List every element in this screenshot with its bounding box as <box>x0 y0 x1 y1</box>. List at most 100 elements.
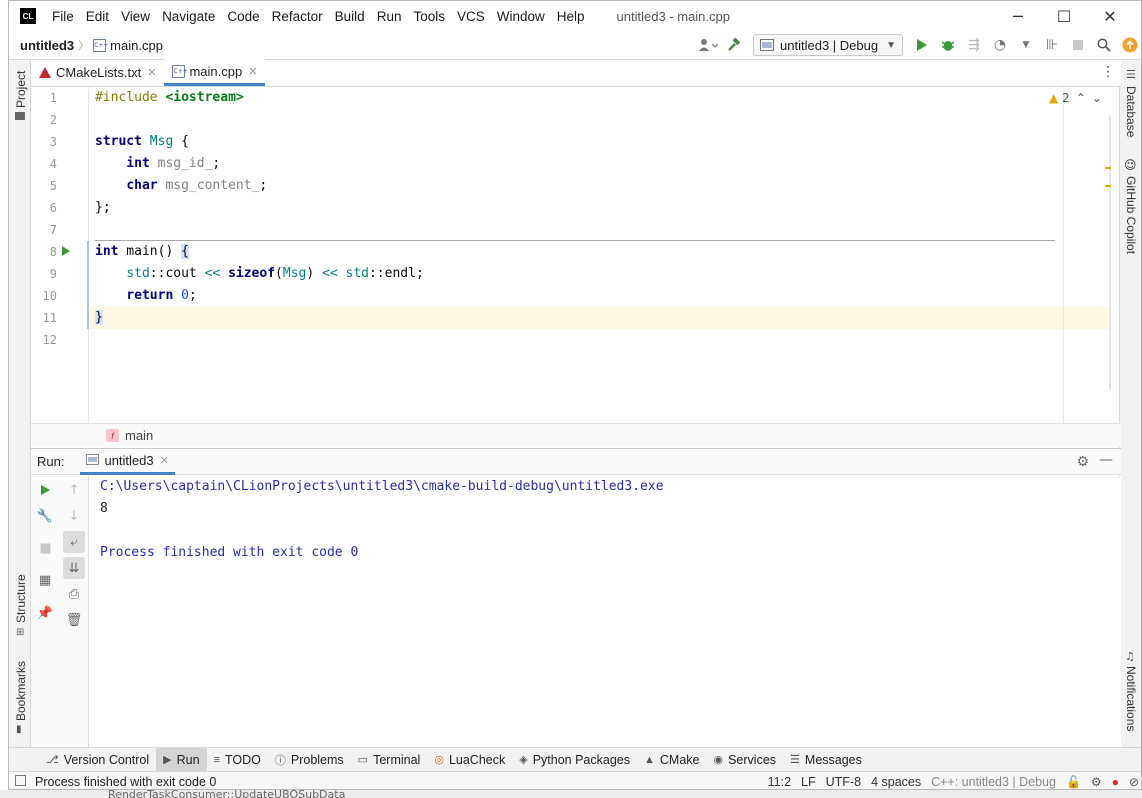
close-tab-icon[interactable]: ✕ <box>147 66 156 79</box>
layout-icon[interactable]: ▦ <box>34 569 56 591</box>
inspection-off-icon[interactable]: ⊘ <box>1129 775 1139 789</box>
caret-position[interactable]: 11:2 <box>768 775 791 789</box>
chevron-up-icon[interactable]: ⌃ <box>1076 91 1086 105</box>
title-bar: CL File Edit View Navigate Code Refactor… <box>9 1 1141 31</box>
status-message[interactable]: Process finished with exit code 0 <box>35 775 216 789</box>
line-number: 8 <box>49 245 57 259</box>
coverage-icon[interactable]: ⇶ <box>961 32 987 58</box>
notifications-tool-button[interactable]: Notifications <box>1124 666 1138 731</box>
trash-icon[interactable]: 🗑 <box>63 609 85 631</box>
breadcrumb-function[interactable]: main <box>125 428 153 443</box>
close-button[interactable]: ✕ <box>1087 1 1133 31</box>
menu-help[interactable]: Help <box>551 9 591 24</box>
menu-tools[interactable]: Tools <box>407 9 451 24</box>
tool-luacheck[interactable]: ◎ LuaCheck <box>427 748 512 772</box>
lock-icon[interactable]: 🔓 <box>1066 775 1081 789</box>
tool-messages[interactable]: ☰ Messages <box>783 748 869 772</box>
line-number: 5 <box>49 179 57 193</box>
project-tool-button[interactable]: Project <box>14 71 28 108</box>
stop-icon[interactable] <box>1065 32 1091 58</box>
console-output[interactable]: C:\Users\captain\CLionProjects\untitled3… <box>89 476 1121 747</box>
menu-refactor[interactable]: Refactor <box>266 9 329 24</box>
tab-cmakelists[interactable]: CMakeLists.txt ✕ <box>31 59 164 86</box>
tool-problems[interactable]: ⓘ Problems <box>268 748 351 772</box>
stop-icon[interactable] <box>34 537 56 559</box>
chevron-down-icon: ▼ <box>886 39 896 51</box>
scroll-to-end-icon[interactable]: ⇊ <box>63 557 85 579</box>
toggle-tool-windows-icon[interactable] <box>15 775 26 786</box>
arrow-up-icon[interactable]: ↑ <box>63 479 85 501</box>
warning-marker[interactable] <box>1105 167 1111 169</box>
tool-terminal[interactable]: ▭ Terminal <box>351 748 428 772</box>
pin-icon[interactable]: 📌 <box>34 602 56 624</box>
code-editor[interactable]: 1 2 3 4 5 6 7 8 9 10 11 12 #include <ios… <box>31 87 1111 423</box>
chevron-down-icon[interactable]: ⌄ <box>1092 91 1102 105</box>
editor-scrollbar[interactable] <box>1109 115 1111 390</box>
copilot-tool-button[interactable]: GitHub Copilot <box>1124 176 1138 254</box>
build-hammer-icon[interactable] <box>721 32 747 58</box>
debug-bug-icon[interactable] <box>935 32 961 58</box>
inspection-widget[interactable]: ▲ 2 ⌃ ⌄ <box>1049 91 1102 105</box>
menu-file[interactable]: File <box>46 9 80 24</box>
close-tab-icon[interactable]: ✕ <box>160 454 169 467</box>
tab-main-cpp[interactable]: C++ main.cpp ✕ <box>164 59 266 86</box>
tool-services[interactable]: ◉ Services <box>706 748 783 772</box>
menu-edit[interactable]: Edit <box>80 9 115 24</box>
tool-python-packages[interactable]: ◈ Python Packages <box>512 748 637 772</box>
right-tool-stripe: ☰ Database ☺ GitHub Copilot ♫ Notificati… <box>1119 60 1141 747</box>
menu-vcs[interactable]: VCS <box>451 9 491 24</box>
user-icon[interactable] <box>695 32 721 58</box>
maximize-button[interactable]: ☐ <box>1041 1 1087 31</box>
more-run-options-icon[interactable]: ▼ <box>1013 32 1039 58</box>
memory-settings-icon[interactable]: ⚙ <box>1091 775 1102 789</box>
gear-icon[interactable]: ⚙ <box>1076 454 1089 470</box>
rerun-icon[interactable] <box>34 479 56 501</box>
close-tab-icon[interactable]: ✕ <box>248 65 257 78</box>
file-encoding[interactable]: UTF-8 <box>826 775 861 789</box>
menu-view[interactable]: View <box>115 9 156 24</box>
tool-todo[interactable]: ≡ TODO <box>207 748 268 772</box>
menu-run[interactable]: Run <box>371 9 408 24</box>
chevron-right-icon: 〉 <box>78 39 90 52</box>
line-number: 3 <box>49 135 57 149</box>
update-available-icon[interactable] <box>1117 32 1141 58</box>
structure-tool-button[interactable]: Structure <box>14 574 28 623</box>
run-tab-untitled3[interactable]: untitled3 ✕ <box>80 448 175 475</box>
tool-cmake[interactable]: ▲ CMake <box>637 748 706 772</box>
error-icon[interactable]: ● <box>1112 775 1119 789</box>
run-gutter-icon[interactable] <box>61 245 71 261</box>
breadcrumb-project[interactable]: untitled3 <box>20 38 74 53</box>
background-window-text: RenderTaskConsumer::UpdateUBOSubData <box>108 788 346 798</box>
folder-icon <box>15 112 25 120</box>
run-icon[interactable] <box>909 32 935 58</box>
minimize-button[interactable]: ─ <box>995 1 1041 31</box>
indent-setting[interactable]: 4 spaces <box>871 775 921 789</box>
attach-debugger-icon[interactable]: ⊪ <box>1039 32 1065 58</box>
menu-window[interactable]: Window <box>491 9 551 24</box>
line-number: 4 <box>49 157 57 171</box>
code-line-3: struct Msg { <box>95 134 189 149</box>
minimize-panel-icon[interactable]: — <box>1099 452 1113 468</box>
warning-count: 2 <box>1062 91 1070 105</box>
line-separator[interactable]: LF <box>801 775 816 789</box>
more-tabs-icon[interactable]: ⋮ <box>1101 64 1115 80</box>
database-tool-button[interactable]: Database <box>1124 86 1138 137</box>
warning-marker[interactable] <box>1105 185 1111 187</box>
search-icon[interactable] <box>1091 32 1117 58</box>
print-icon[interactable]: ⎙ <box>63 583 85 605</box>
menu-build[interactable]: Build <box>329 9 371 24</box>
profiler-icon[interactable]: ◔ <box>987 32 1013 58</box>
tool-run[interactable]: ▶ Run <box>156 747 207 772</box>
menu-code[interactable]: Code <box>221 9 265 24</box>
breadcrumb-file[interactable]: main.cpp <box>110 38 163 53</box>
tool-version-control[interactable]: ⎇ Version Control <box>39 748 156 772</box>
soft-wrap-icon[interactable]: ⤶ <box>63 531 85 553</box>
run-configuration-select[interactable]: untitled3 | Debug ▼ <box>753 34 903 56</box>
arrow-down-icon[interactable]: ↓ <box>63 505 85 527</box>
bookmarks-tool-button[interactable]: Bookmarks <box>14 661 28 721</box>
menu-navigate[interactable]: Navigate <box>156 9 221 24</box>
resolve-context[interactable]: C++: untitled3 | Debug <box>931 775 1056 789</box>
services-icon: ◉ <box>713 754 724 766</box>
code-breadcrumb: f main <box>31 423 1121 447</box>
wrench-icon[interactable]: 🔧 <box>34 505 56 527</box>
